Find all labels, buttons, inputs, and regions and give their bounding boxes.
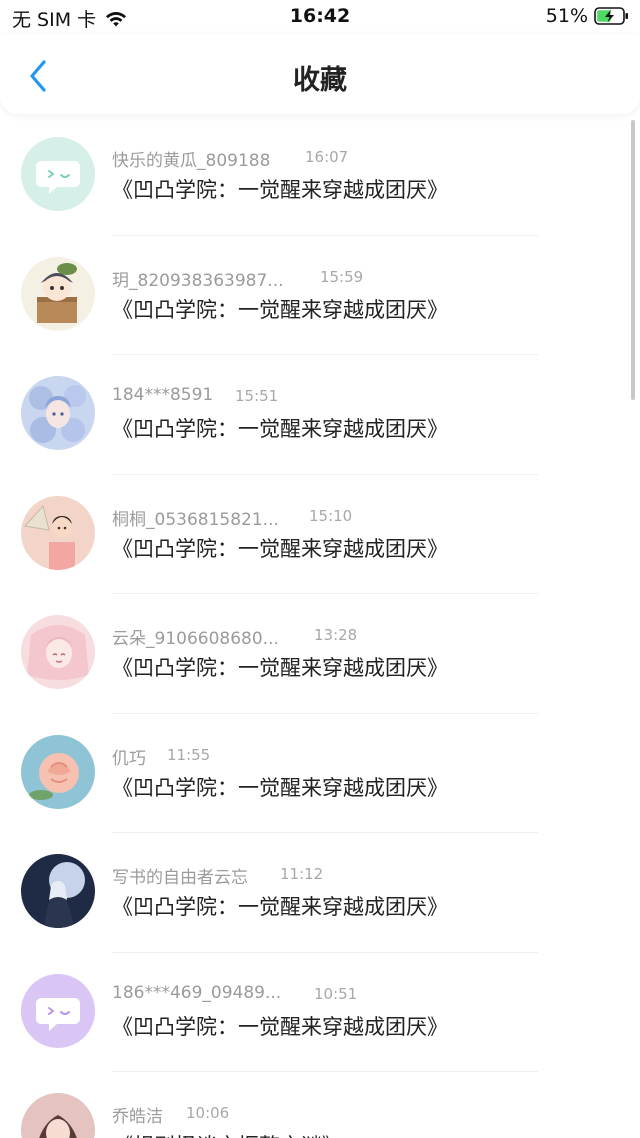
status-right: 51%	[546, 5, 630, 27]
list-item[interactable]: 186***469_09489... 10:51 《凹凸学院：一觉醒来穿越成团厌…	[0, 953, 640, 1072]
username: 乔皓洁	[112, 1107, 163, 1127]
avatar[interactable]	[21, 615, 95, 689]
battery-percent: 51%	[545, 5, 588, 27]
clock: 16:42	[289, 5, 351, 27]
username: 云朵_9106608680...	[112, 629, 279, 649]
timestamp: 11:12	[280, 865, 324, 883]
username: 仉巧	[112, 748, 146, 769]
list-item[interactable]: 快乐的黄瓜_809188 16:07 《凹凸学院：一觉醒来穿越成团厌》	[0, 116, 640, 236]
nav-bar: 收藏	[0, 34, 640, 114]
status-bar: 无 SIM 卡 16:42 51%	[0, 0, 640, 34]
username: 玥_820938363987...	[112, 270, 284, 291]
list-item[interactable]: 写书的自由者云忘 11:12 《凹凸学院：一觉醒来穿越成团厌》	[0, 833, 640, 953]
book-title[interactable]: 《凹凸学院：一觉醒来穿越成团厌》	[112, 174, 448, 204]
favorites-list[interactable]: 快乐的黄瓜_809188 16:07 《凹凸学院：一觉醒来穿越成团厌》 玥_82…	[0, 116, 640, 1138]
list-item[interactable]: 玥_820938363987... 15:59 《凹凸学院：一觉醒来穿越成团厌》	[0, 236, 640, 355]
username: 184***8591	[112, 385, 214, 405]
list-item[interactable]: 仉巧 11:55 《凹凸学院：一觉醒来穿越成团厌》	[0, 714, 640, 833]
username: 桐桐_0536815821...	[112, 509, 279, 530]
book-title[interactable]: 《凹凸学院：一觉醒来穿越成团厌》	[112, 533, 448, 563]
list-item[interactable]: 乔皓洁 10:06 《规则怪谈之振整之谜》	[0, 1072, 640, 1138]
timestamp: 15:59	[320, 267, 364, 286]
username: 写书的自由者云忘	[112, 868, 248, 888]
book-title[interactable]: 《凹凸学院：一觉醒来穿越成团厌》	[112, 772, 448, 802]
page-title: 收藏	[293, 65, 347, 96]
avatar[interactable]	[21, 495, 95, 570]
username: 快乐的黄瓜_809188	[112, 151, 271, 171]
battery-charging-icon	[594, 6, 630, 26]
book-title[interactable]: 《凹凸学院：一觉醒来穿越成团厌》	[112, 891, 448, 921]
avatar[interactable]	[21, 734, 95, 809]
book-title[interactable]: 《凹凸学院：一觉醒来穿越成团厌》	[112, 294, 448, 324]
book-title[interactable]: 《凹凸学院：一觉醒来穿越成团厌》	[112, 1011, 448, 1041]
avatar[interactable]	[21, 137, 95, 211]
timestamp: 16:07	[305, 148, 349, 166]
timestamp: 15:51	[235, 387, 279, 405]
scrollbar[interactable]	[631, 120, 635, 400]
avatar[interactable]	[21, 854, 95, 928]
book-title[interactable]: 《凹凸学院：一觉醒来穿越成团厌》	[112, 413, 448, 443]
avatar[interactable]	[21, 1093, 95, 1138]
book-title[interactable]: 《规则怪谈之振整之谜》	[112, 1130, 343, 1138]
list-item[interactable]: 云朵_9106608680... 13:28 《凹凸学院：一觉醒来穿越成团厌》	[0, 594, 640, 714]
avatar[interactable]	[21, 256, 95, 331]
timestamp: 13:28	[314, 626, 358, 644]
book-title[interactable]: 《凹凸学院：一觉醒来穿越成团厌》	[112, 652, 448, 682]
list-item[interactable]: 184***8591 15:51 《凹凸学院：一觉醒来穿越成团厌》	[0, 355, 640, 475]
avatar[interactable]	[21, 973, 95, 1048]
list-item[interactable]: 桐桐_0536815821... 15:10 《凹凸学院：一觉醒来穿越成团厌》	[0, 475, 640, 594]
username: 186***469_09489...	[112, 982, 282, 1003]
timestamp: 11:55	[167, 745, 211, 764]
timestamp: 10:51	[314, 984, 358, 1003]
timestamp: 15:10	[309, 506, 353, 525]
timestamp: 10:06	[186, 1104, 230, 1122]
avatar[interactable]	[21, 376, 95, 450]
